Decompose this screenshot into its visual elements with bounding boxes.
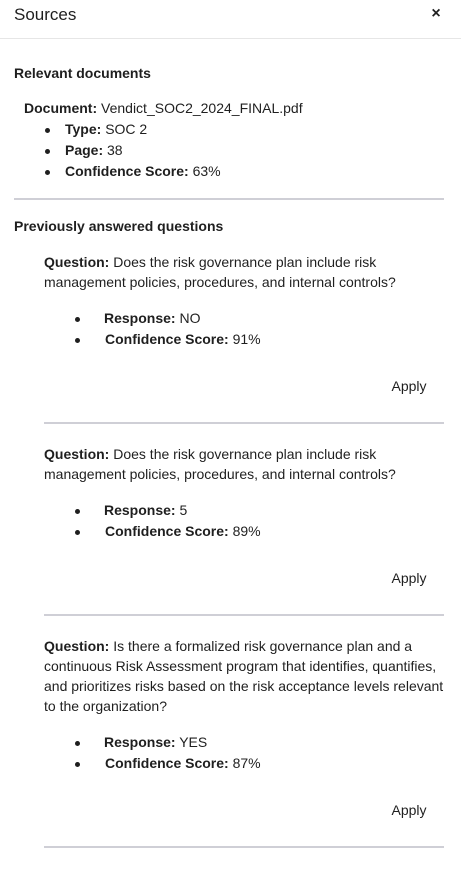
type-label: Type:	[65, 121, 102, 137]
bullet-icon	[75, 338, 80, 343]
bullet-icon	[45, 170, 50, 175]
confidence-line: Confidence Score: 87%	[105, 755, 261, 771]
item-divider	[44, 846, 444, 848]
bullet-icon	[75, 741, 80, 746]
confidence-line: Confidence Score: 91%	[105, 331, 261, 347]
bullet-icon	[75, 530, 80, 535]
document-label: Document:	[24, 100, 98, 116]
document-confidence-line: Confidence Score: 63%	[65, 163, 221, 179]
response-line: Response: 5	[104, 502, 187, 518]
question-text: Question: Does the risk governance plan …	[44, 252, 444, 292]
document-line: Document: Vendict_SOC2_2024_FINAL.pdf	[24, 100, 303, 116]
panel-header: Sources ×	[0, 0, 461, 39]
confidence-label: Confidence Score:	[105, 755, 229, 771]
question-label: Question:	[44, 254, 110, 270]
relevant-documents-heading: Relevant documents	[14, 65, 151, 81]
previous-questions-heading: Previously answered questions	[14, 218, 224, 234]
apply-button[interactable]: Apply	[378, 567, 440, 589]
question-text: Question: Is there a formalized risk gov…	[44, 636, 444, 716]
item-divider	[44, 614, 444, 616]
bullet-icon	[75, 762, 80, 767]
confidence-label: Confidence Score:	[65, 163, 189, 179]
apply-button[interactable]: Apply	[378, 375, 440, 397]
response-label: Response:	[104, 310, 176, 326]
confidence-value: 87%	[232, 755, 261, 771]
question-label: Question:	[44, 638, 110, 654]
bullet-icon	[75, 317, 80, 322]
close-icon[interactable]: ×	[427, 5, 445, 23]
document-name: Vendict_SOC2_2024_FINAL.pdf	[101, 100, 303, 116]
confidence-line: Confidence Score: 89%	[105, 523, 261, 539]
document-page-line: Page: 38	[65, 142, 123, 158]
response-value: NO	[179, 310, 201, 326]
confidence-label: Confidence Score:	[105, 331, 229, 347]
response-label: Response:	[104, 734, 176, 750]
confidence-value: 63%	[192, 163, 221, 179]
question-label: Question:	[44, 446, 110, 462]
confidence-label: Confidence Score:	[105, 523, 229, 539]
page-label: Page:	[65, 142, 104, 158]
sources-panel: Sources × Relevant documents Document: V…	[0, 0, 461, 871]
page-value: 38	[107, 142, 123, 158]
section-divider	[14, 198, 444, 200]
response-line: Response: YES	[104, 734, 207, 750]
document-type-line: Type: SOC 2	[65, 121, 147, 137]
item-divider	[44, 422, 444, 424]
type-value: SOC 2	[105, 121, 148, 137]
panel-title: Sources	[14, 5, 77, 24]
response-label: Response:	[104, 502, 176, 518]
confidence-value: 91%	[232, 331, 261, 347]
confidence-value: 89%	[232, 523, 261, 539]
response-line: Response: NO	[104, 310, 200, 326]
question-text: Question: Does the risk governance plan …	[44, 444, 444, 484]
response-value: 5	[179, 502, 188, 518]
response-value: YES	[179, 734, 208, 750]
apply-button[interactable]: Apply	[378, 799, 440, 821]
bullet-icon	[45, 149, 50, 154]
bullet-icon	[45, 128, 50, 133]
bullet-icon	[75, 509, 80, 514]
